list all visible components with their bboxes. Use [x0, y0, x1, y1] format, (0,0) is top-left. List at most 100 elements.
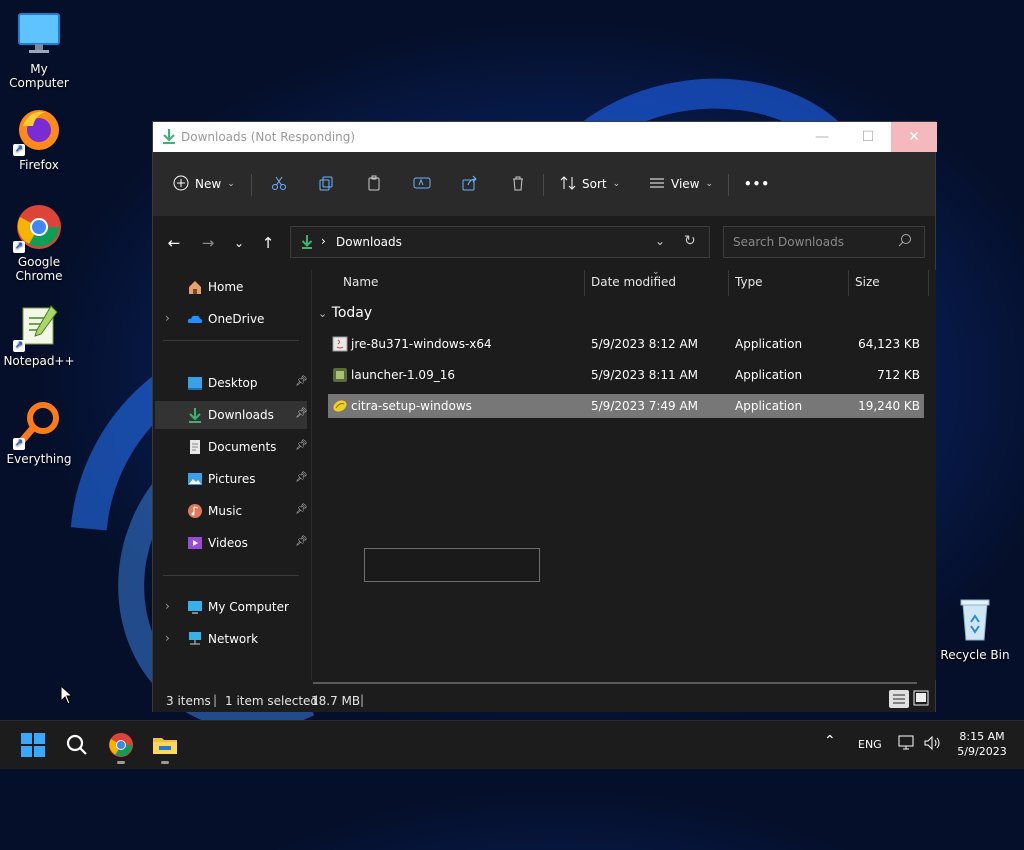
file-type: Application [735, 337, 803, 351]
desktop-icon-chrome[interactable]: ↗ Google Chrome [1, 203, 77, 283]
search-input[interactable]: Search Downloads [723, 226, 925, 258]
up-arrow-icon[interactable]: ↑ [257, 232, 279, 254]
close-button[interactable]: ✕ [891, 122, 937, 152]
group-header-today[interactable]: ⌄ Today [318, 305, 372, 321]
address-dropdown-chevron-icon[interactable]: ⌄ [655, 234, 665, 248]
desktop-icon-everything[interactable]: ↗ Everything [1, 400, 77, 466]
column-header-size[interactable]: Size [855, 275, 880, 289]
pin-icon[interactable]: 📌︎ [295, 440, 308, 451]
address-bar[interactable]: › Downloads ⌄ ↻ [290, 226, 710, 258]
column-divider[interactable] [928, 270, 929, 296]
status-size: 18.7 MB [311, 694, 361, 708]
chevron-down-icon: ⌄ [227, 179, 235, 189]
nav-divider [163, 575, 299, 576]
file-size: 64,123 KB [858, 337, 920, 351]
sort-button[interactable]: Sort ⌄ [560, 170, 620, 198]
notepadpp-icon: ↗ [13, 302, 63, 352]
file-date: 5/9/2023 7:49 AM [591, 399, 699, 413]
file-size: 19,240 KB [858, 399, 920, 413]
picture-icon [187, 471, 203, 487]
nav-label: Network [208, 632, 259, 646]
paste-button[interactable] [366, 170, 382, 198]
download-arrow-icon [301, 234, 313, 253]
file-explorer-taskbar-icon[interactable] [150, 730, 180, 764]
nav-item-home[interactable]: Home [155, 273, 307, 301]
language-indicator[interactable]: ENG [858, 738, 882, 751]
pin-icon[interactable]: 📌︎ [295, 472, 308, 483]
search-taskbar-icon[interactable] [62, 730, 92, 760]
column-divider[interactable] [584, 270, 585, 296]
new-button[interactable]: New ⌄ [173, 170, 235, 198]
nav-item-network[interactable]: › Network [155, 625, 307, 653]
volume-icon[interactable] [923, 735, 941, 754]
column-divider[interactable] [728, 270, 729, 296]
title-bar[interactable]: Downloads (Not Responding) — ☐ ✕ [153, 122, 937, 152]
desktop-icon-firefox[interactable]: ↗ Firefox [1, 106, 77, 172]
minimize-button[interactable]: — [799, 122, 845, 152]
chevron-down-icon: ⌄ [612, 179, 621, 189]
desktop-icon-my-computer[interactable]: My Computer [1, 10, 77, 90]
clock[interactable]: 8:15 AM 5/9/2023 [948, 729, 1016, 759]
desktop-icon-notepadpp[interactable]: ↗ Notepad++ [1, 302, 77, 368]
breadcrumb-downloads[interactable]: Downloads [336, 235, 402, 249]
sort-label: Sort [582, 177, 607, 191]
sort-arrows-icon [560, 175, 576, 194]
nav-divider [163, 340, 299, 341]
nav-label: Desktop [208, 376, 258, 390]
toolbar-divider [251, 174, 252, 196]
file-row[interactable]: launcher-1.09_16 5/9/2023 8:11 AM Applic… [328, 363, 924, 387]
nav-item-downloads[interactable]: Downloads 📌︎ [155, 401, 308, 429]
refresh-icon[interactable]: ↻ [684, 233, 696, 249]
rename-button[interactable] [413, 170, 431, 198]
more-options-button[interactable]: ••• [744, 170, 770, 198]
back-arrow-icon[interactable]: ← [163, 232, 185, 254]
forward-arrow-icon[interactable]: → [197, 232, 219, 254]
start-button[interactable] [18, 730, 48, 760]
file-row[interactable]: jre-8u371-windows-x64 5/9/2023 8:12 AM A… [328, 332, 924, 356]
tiles-view-icon[interactable] [913, 690, 929, 706]
file-row-selected[interactable]: citra-setup-windows 5/9/2023 7:49 AM App… [328, 394, 924, 418]
network-tray-icon[interactable] [898, 735, 916, 754]
nav-item-pictures[interactable]: Pictures 📌︎ [155, 465, 308, 493]
nav-item-documents[interactable]: Documents 📌︎ [155, 433, 308, 461]
cut-button[interactable] [271, 170, 287, 198]
shortcut-arrow-icon: ↗ [13, 340, 25, 352]
command-bar: New ⌄ Sort ⌄ View ⌄ ••• [153, 152, 935, 216]
file-list: Name ⌄ Date modified Type Size ⌄ Today j… [311, 267, 936, 680]
pin-icon[interactable]: 📌︎ [295, 408, 308, 419]
delete-button[interactable] [510, 170, 526, 198]
view-button[interactable]: View ⌄ [649, 170, 713, 198]
file-name: citra-setup-windows [351, 399, 472, 413]
address-row: ← → ⌄ ↑ › Downloads ⌄ ↻ Search Downloads [153, 216, 935, 270]
nav-label: Home [208, 280, 244, 294]
new-label: New [195, 177, 222, 191]
horizontal-scrollbar[interactable] [313, 682, 917, 684]
show-hidden-icons-chevron-icon[interactable]: ⌃ [824, 733, 836, 749]
pin-icon[interactable]: 📌︎ [295, 536, 308, 547]
details-view-icon[interactable] [889, 690, 909, 708]
nav-item-videos[interactable]: Videos 📌︎ [155, 529, 308, 557]
maximize-button[interactable]: ☐ [845, 122, 891, 152]
view-label: View [671, 177, 700, 191]
toolbar-divider [543, 174, 544, 196]
status-separator: | [213, 693, 218, 707]
desktop-icon-recycle-bin[interactable]: Recycle Bin [937, 596, 1013, 662]
recent-locations-chevron-icon[interactable]: ⌄ [228, 232, 250, 254]
column-header-name[interactable]: Name [343, 275, 378, 289]
nav-item-my-computer[interactable]: › My Computer [155, 593, 307, 621]
nav-item-desktop[interactable]: Desktop 📌︎ [155, 369, 308, 397]
pin-icon[interactable]: 📌︎ [295, 504, 308, 515]
chrome-taskbar-icon[interactable] [106, 730, 136, 764]
clock-date: 5/9/2023 [957, 745, 1007, 758]
column-header-date[interactable]: Date modified [591, 275, 676, 289]
pin-icon[interactable]: 📌︎ [295, 376, 308, 387]
nav-label: Downloads [208, 408, 274, 422]
column-header-type[interactable]: Type [735, 275, 763, 289]
share-button[interactable] [462, 170, 478, 198]
nav-item-onedrive[interactable]: › OneDrive [155, 305, 307, 333]
search-placeholder: Search Downloads [733, 235, 844, 249]
nav-item-music[interactable]: Music 📌︎ [155, 497, 308, 525]
copy-button[interactable] [318, 170, 334, 198]
recycle-bin-icon [951, 596, 999, 644]
column-divider[interactable] [848, 270, 849, 296]
